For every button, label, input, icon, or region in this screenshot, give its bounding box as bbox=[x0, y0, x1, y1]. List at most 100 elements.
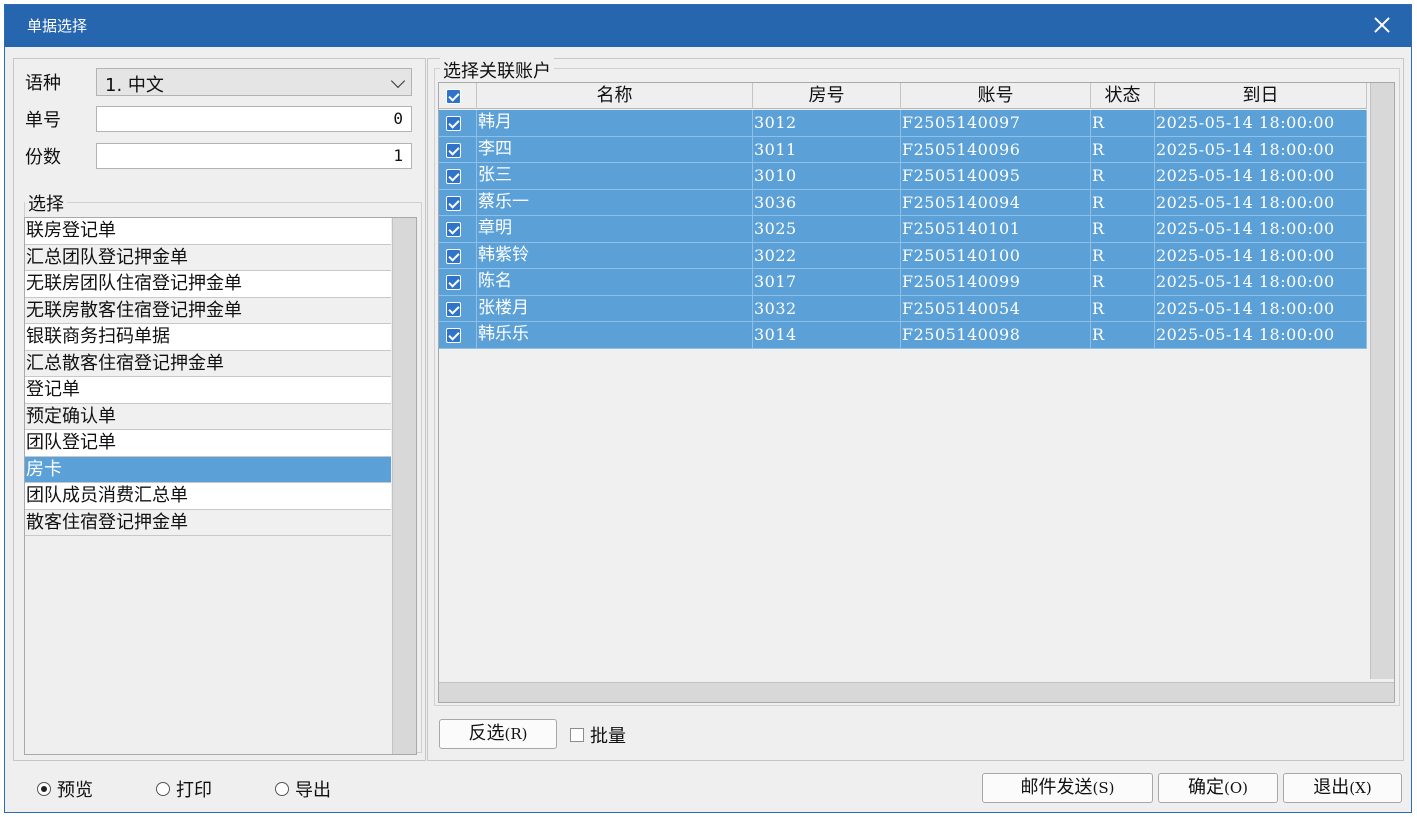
select-all-checkbox[interactable] bbox=[446, 89, 461, 104]
account-grid: 名称 房号 账号 状态 到日 韩月 3012 F2505140097 R 2025-05… bbox=[438, 82, 1395, 703]
row-checkbox[interactable] bbox=[446, 116, 461, 131]
number-label: 单号 bbox=[25, 110, 61, 131]
document-type-item[interactable]: 团队登记单 bbox=[25, 430, 391, 457]
column-header-arrival[interactable]: 到日 bbox=[1155, 83, 1367, 109]
document-type-item[interactable]: 银联商务扫码单据 bbox=[25, 324, 391, 351]
language-label: 语种 bbox=[25, 73, 61, 94]
cell-arrival: 2025-05-14 18:00:00 bbox=[1155, 269, 1367, 296]
language-select[interactable]: 1. 中文 bbox=[96, 68, 412, 96]
invert-selection-key: (R) bbox=[504, 725, 528, 743]
cell-name: 李四 bbox=[477, 136, 753, 163]
column-header-account[interactable]: 账号 bbox=[901, 83, 1091, 109]
exit-button[interactable]: 退出(X) bbox=[1283, 773, 1402, 803]
cell-room: 3012 bbox=[753, 110, 901, 137]
document-type-item[interactable]: 房卡 bbox=[25, 456, 391, 483]
table-row[interactable]: 章明 3025 F2505140101 R 2025-05-14 18:00:00 bbox=[439, 216, 1367, 243]
cell-name: 章明 bbox=[477, 216, 753, 243]
ok-button[interactable]: 确定(O) bbox=[1158, 773, 1278, 803]
row-checkbox[interactable] bbox=[446, 248, 461, 264]
radio-preview-label: 预览 bbox=[57, 780, 93, 801]
row-checkbox-cell bbox=[439, 189, 477, 216]
table-row[interactable]: 韩乐乐 3014 F2505140098 R 2025-05-14 18:00:00 bbox=[439, 322, 1367, 349]
cell-status: R bbox=[1091, 242, 1155, 269]
row-checkbox[interactable] bbox=[446, 195, 461, 211]
ok-label: 确定 bbox=[1187, 777, 1224, 798]
row-checkbox[interactable] bbox=[446, 328, 461, 343]
document-select-dialog: 单据选择 语种 1. 中文 单号 0 份数 1 选择 联房登记单 汇总团队登记押金… bbox=[4, 4, 1412, 813]
document-type-item[interactable]: 汇总散客住宿登记押金单 bbox=[25, 350, 391, 377]
cell-room: 3010 bbox=[753, 163, 901, 190]
table-row[interactable]: 李四 3011 F2505140096 R 2025-05-14 18:00:00 bbox=[439, 136, 1367, 163]
cell-status: R bbox=[1091, 322, 1155, 349]
table-row[interactable]: 蔡乐一 3036 F2505140094 R 2025-05-14 18:00:00 bbox=[439, 189, 1367, 216]
grid-vertical-scrollbar[interactable] bbox=[1370, 83, 1394, 679]
radio-print[interactable] bbox=[156, 782, 170, 796]
exit-key: (X) bbox=[1349, 779, 1372, 797]
column-header-room[interactable]: 房号 bbox=[753, 83, 901, 109]
cell-account: F2505140094 bbox=[901, 189, 1091, 216]
cell-room: 3022 bbox=[753, 242, 901, 269]
cell-arrival: 2025-05-14 18:00:00 bbox=[1155, 136, 1367, 163]
select-all-cell bbox=[439, 83, 477, 109]
table-row[interactable]: 张三 3010 F2505140095 R 2025-05-14 18:00:00 bbox=[439, 163, 1367, 190]
invert-selection-label: 反选 bbox=[468, 723, 505, 744]
row-checkbox-cell bbox=[439, 110, 477, 137]
window-title: 单据选择 bbox=[27, 17, 88, 35]
copies-label: 份数 bbox=[25, 147, 61, 168]
document-type-item[interactable]: 汇总团队登记押金单 bbox=[25, 244, 391, 271]
grid-horizontal-scrollbar[interactable] bbox=[439, 682, 1394, 702]
copies-input[interactable]: 1 bbox=[96, 143, 412, 169]
select-group-label: 选择 bbox=[25, 190, 67, 216]
table-row[interactable]: 张楼月 3032 F2505140054 R 2025-05-14 18:00:00 bbox=[439, 295, 1367, 322]
radio-print-label: 打印 bbox=[176, 780, 212, 801]
right-panel: 选择关联账户 名称 房号 账号 状态 到日 韩月 3012 F2505140097 R… bbox=[427, 57, 1404, 761]
document-type-item[interactable]: 联房登记单 bbox=[25, 218, 391, 245]
cell-arrival: 2025-05-14 18:00:00 bbox=[1155, 110, 1367, 137]
document-type-item[interactable]: 散客住宿登记押金单 bbox=[25, 509, 391, 536]
cell-account: F2505140098 bbox=[901, 322, 1091, 349]
number-input[interactable]: 0 bbox=[96, 106, 412, 132]
ok-key: (O) bbox=[1223, 779, 1248, 797]
chevron-down-icon bbox=[390, 73, 406, 89]
document-type-list: 联房登记单 汇总团队登记押金单 无联房团队住宿登记押金单 无联房散客住宿登记押金单 银联… bbox=[24, 217, 417, 755]
language-value: 1. 中文 bbox=[105, 75, 164, 96]
email-send-button[interactable]: 邮件发送(S) bbox=[982, 773, 1153, 803]
radio-preview[interactable] bbox=[37, 782, 51, 796]
row-checkbox[interactable] bbox=[446, 142, 461, 158]
invert-selection-button[interactable]: 反选(R) bbox=[439, 719, 557, 749]
row-checkbox-cell bbox=[439, 163, 477, 190]
account-group-label: 选择关联账户 bbox=[440, 57, 554, 83]
cell-arrival: 2025-05-14 18:00:00 bbox=[1155, 242, 1367, 269]
cell-name: 陈名 bbox=[477, 269, 753, 296]
cell-arrival: 2025-05-14 18:00:00 bbox=[1155, 216, 1367, 243]
column-header-status[interactable]: 状态 bbox=[1091, 83, 1155, 109]
row-checkbox[interactable] bbox=[446, 301, 461, 317]
radio-export-label: 导出 bbox=[295, 780, 331, 801]
document-type-item[interactable]: 预定确认单 bbox=[25, 403, 391, 430]
cell-status: R bbox=[1091, 163, 1155, 190]
cell-name: 张三 bbox=[477, 163, 753, 190]
document-list-scrollbar[interactable] bbox=[392, 218, 416, 754]
close-icon[interactable] bbox=[1371, 14, 1393, 36]
batch-label: 批量 bbox=[590, 726, 626, 747]
radio-export[interactable] bbox=[275, 782, 289, 796]
document-type-item[interactable]: 无联房团队住宿登记押金单 bbox=[25, 271, 391, 298]
table-row[interactable]: 陈名 3017 F2505140099 R 2025-05-14 18:00:00 bbox=[439, 269, 1367, 296]
cell-account: F2505140099 bbox=[901, 269, 1091, 296]
column-header-name[interactable]: 名称 bbox=[477, 83, 753, 109]
document-type-item[interactable]: 团队成员消费汇总单 bbox=[25, 483, 391, 510]
batch-checkbox[interactable] bbox=[570, 728, 584, 742]
row-checkbox[interactable] bbox=[446, 169, 461, 184]
document-type-item[interactable]: 无联房散客住宿登记押金单 bbox=[25, 297, 391, 324]
cell-arrival: 2025-05-14 18:00:00 bbox=[1155, 322, 1367, 349]
table-row[interactable]: 韩月 3012 F2505140097 R 2025-05-14 18:00:00 bbox=[439, 110, 1367, 137]
row-checkbox[interactable] bbox=[446, 222, 461, 237]
table-row[interactable]: 韩紫铃 3022 F2505140100 R 2025-05-14 18:00:00 bbox=[439, 242, 1367, 269]
row-checkbox-cell bbox=[439, 136, 477, 163]
cell-arrival: 2025-05-14 18:00:00 bbox=[1155, 295, 1367, 322]
cell-room: 3032 bbox=[753, 295, 901, 322]
row-checkbox[interactable] bbox=[446, 275, 461, 290]
cell-arrival: 2025-05-14 18:00:00 bbox=[1155, 189, 1367, 216]
document-type-item[interactable]: 登记单 bbox=[25, 377, 391, 404]
cell-arrival: 2025-05-14 18:00:00 bbox=[1155, 163, 1367, 190]
